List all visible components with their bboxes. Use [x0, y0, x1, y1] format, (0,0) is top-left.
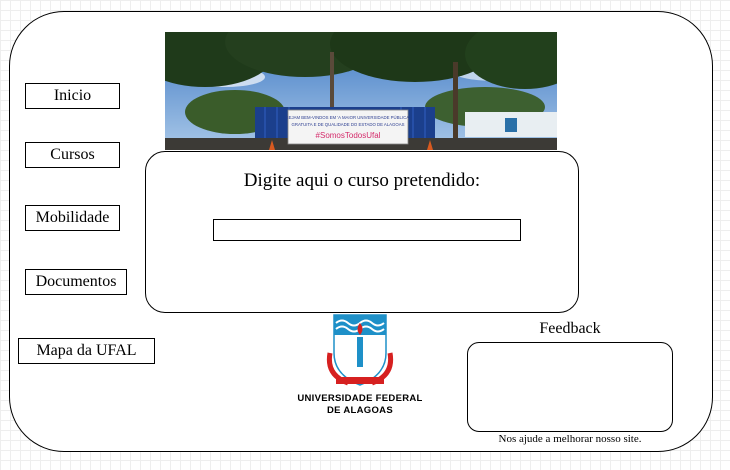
feedback-label: Feedback	[539, 320, 601, 337]
nav-button-label: Mapa da UFAL	[36, 342, 137, 359]
campus-photo-illustration: SEJAM BEM-VINDOS EM 'A MAIOR UNIVERSIDAD…	[165, 32, 557, 150]
logo-text-line1: UNIVERSIDADE FEDERAL	[297, 393, 423, 404]
ufal-logo: UNIVERSIDADE FEDERAL DE ALAGOAS	[290, 313, 430, 418]
campus-photo: SEJAM BEM-VINDOS EM 'A MAIOR UNIVERSIDAD…	[165, 32, 557, 150]
nav-button-label: Cursos	[50, 146, 95, 163]
ufal-crest-icon	[326, 314, 394, 386]
logo-text-line2: DE ALAGOAS	[327, 405, 393, 416]
nav-button-mapa[interactable]: Mapa da UFAL	[18, 338, 155, 364]
feedback-textarea[interactable]	[467, 342, 673, 432]
nav-button-mobilidade[interactable]: Mobilidade	[25, 205, 120, 231]
banner-line1: SEJAM BEM-VINDOS EM 'A MAIOR UNIVERSIDAD…	[286, 115, 411, 120]
course-search-title: Digite aqui o curso pretendido:	[243, 170, 481, 191]
course-search-card: Digite aqui o curso pretendido:	[145, 151, 579, 313]
banner-hashtag: #SomosTodosUfal	[316, 131, 381, 140]
nav-button-label: Documentos	[35, 273, 117, 290]
feedback-hint: Nos ajude a melhorar nosso site.	[498, 433, 642, 445]
nav-button-label: Mobilidade	[35, 209, 110, 226]
nav-button-cursos[interactable]: Cursos	[25, 142, 120, 168]
banner-line2: GRATUITA E DE QUALIDADE DO ESTADO DE ALA…	[292, 122, 405, 127]
nav-button-documentos[interactable]: Documentos	[25, 269, 127, 295]
nav-button-inicio[interactable]: Inicio	[25, 83, 120, 109]
course-search-input[interactable]	[213, 219, 521, 241]
nav-button-label: Inicio	[53, 87, 92, 104]
